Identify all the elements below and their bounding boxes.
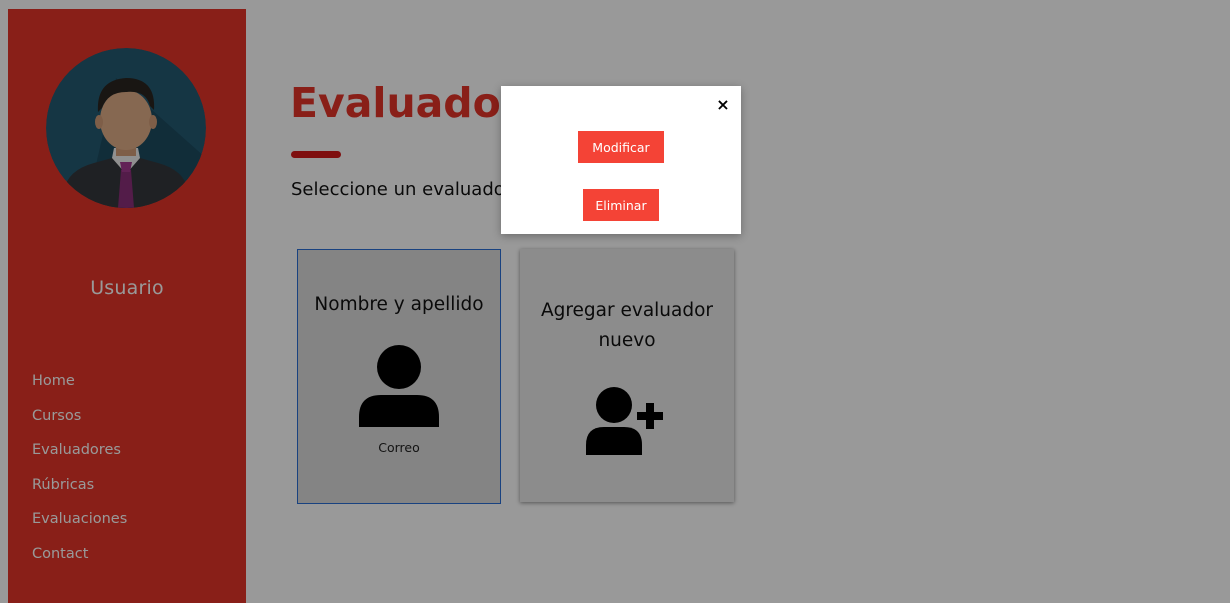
close-icon[interactable]: × [715,96,731,114]
options-modal: × Modificar Eliminar [501,86,741,234]
modify-button[interactable]: Modificar [578,131,664,163]
delete-button[interactable]: Eliminar [583,189,659,221]
